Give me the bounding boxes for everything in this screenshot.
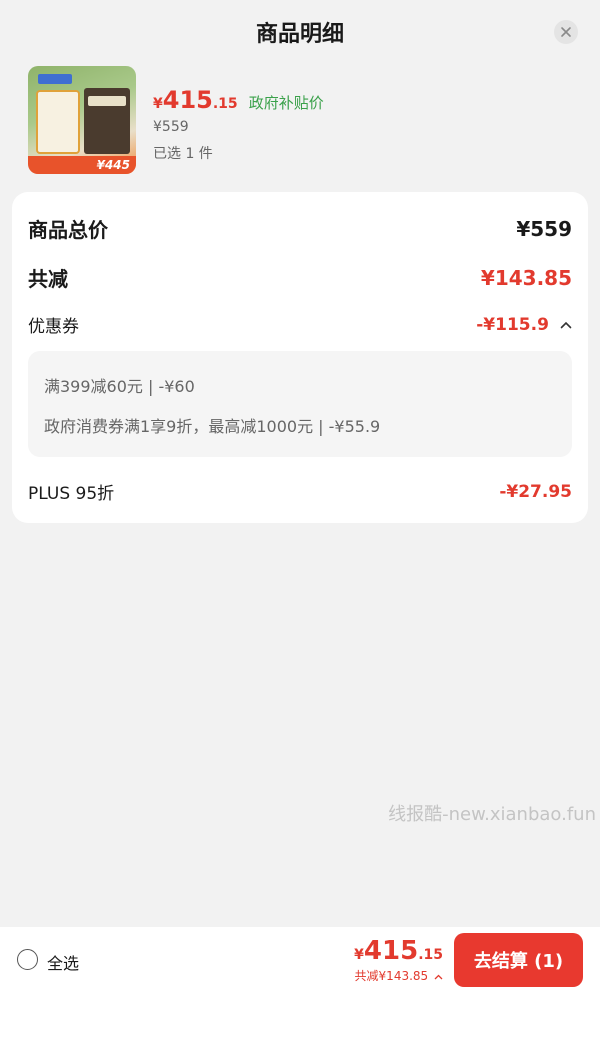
selected-count: 已选 1 件 — [153, 146, 213, 162]
total-value: ¥559 — [516, 216, 572, 241]
coupon-list: 满399减60元 | -¥60 政府消费券满1享9折，最高减1000元 | -¥… — [28, 351, 572, 457]
reduce-row: 共减 ¥143.85 — [28, 263, 572, 292]
plus-row: PLUS 95折 -¥27.95 — [28, 479, 572, 505]
footer-price-decimal: .15 — [418, 947, 443, 963]
product-image[interactable]: ¥445 — [28, 66, 136, 174]
page-title: 商品明细 — [255, 22, 344, 47]
footer-price-integer: 415 — [363, 936, 419, 966]
price-symbol: ¥ — [153, 96, 163, 112]
total-label: 商品总价 — [28, 218, 108, 242]
total-row: 商品总价 ¥559 — [28, 214, 572, 243]
sheet-header: 商品明细 — [0, 0, 600, 64]
footer-total-price: ¥415.15 — [354, 936, 443, 966]
chevron-up-icon — [434, 974, 443, 979]
coupon-item: 政府消费券满1享9折，最高减1000元 | -¥55.9 — [44, 417, 381, 436]
coupon-label: 优惠券 — [28, 317, 79, 337]
thumb-pack-b — [84, 88, 130, 154]
product-detail-sheet: 商品明细 ¥445 ¥415.15 政府补贴价 ¥559 已选 1 件 商品总价… — [0, 0, 600, 1039]
checkout-bar: 全选 ¥415.15 共减¥143.85 去结算 (1) — [0, 927, 600, 993]
plus-value: -¥27.95 — [499, 481, 572, 502]
watermark: 线报酷-new.xianbao.fun — [388, 804, 596, 825]
close-button[interactable] — [554, 20, 578, 44]
coupon-item: 满399减60元 | -¥60 — [44, 377, 195, 396]
coupon-value: -¥115.9 — [476, 314, 549, 335]
bottom-safe-area — [0, 993, 600, 1039]
product-price: ¥415.15 政府补贴价 — [153, 86, 324, 114]
price-decimal: .15 — [212, 96, 238, 112]
thumb-tag — [38, 74, 72, 84]
footer-reduce-text: 共减¥143.85 — [354, 969, 429, 983]
coupon-row[interactable]: 优惠券 -¥115.9 — [28, 312, 572, 337]
reduce-label: 共减 — [28, 267, 68, 291]
reduce-value: ¥143.85 — [480, 265, 572, 290]
price-detail-card: 商品总价 ¥559 共减 ¥143.85 优惠券 -¥115.9 满399减60… — [12, 192, 588, 523]
footer-reduce[interactable]: 共减¥143.85 — [355, 967, 443, 984]
thumb-badge-price: ¥445 — [96, 158, 130, 172]
select-all-label[interactable]: 全选 — [47, 950, 79, 974]
thumb-pack-a — [36, 90, 80, 154]
original-price: ¥559 — [153, 119, 189, 135]
plus-label: PLUS 95折 — [28, 484, 115, 504]
footer-price-symbol: ¥ — [354, 947, 364, 963]
subsidy-label: 政府补贴价 — [248, 94, 324, 112]
chevron-up-icon[interactable] — [560, 321, 572, 329]
product-summary: ¥445 ¥415.15 政府补贴价 ¥559 已选 1 件 — [28, 66, 572, 174]
checkout-button[interactable]: 去结算 (1) — [454, 933, 583, 987]
price-integer: 415 — [162, 86, 213, 114]
select-all-radio[interactable] — [17, 949, 38, 970]
close-icon — [561, 27, 571, 37]
